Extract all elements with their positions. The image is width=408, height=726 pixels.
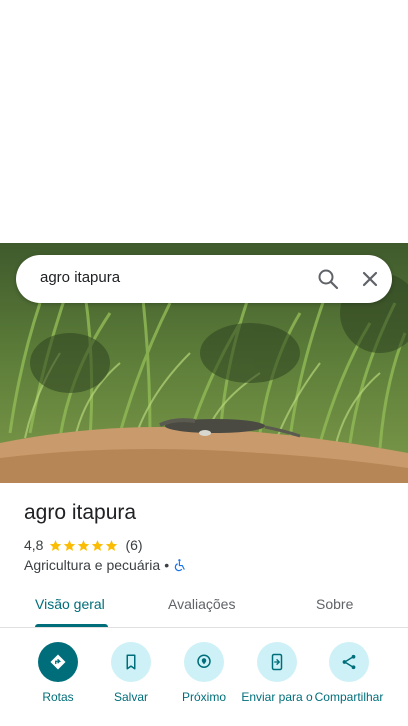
rating-row[interactable]: 4,8 (6) [24, 536, 143, 554]
search-icon[interactable] [316, 267, 340, 291]
save-label: Salvar [113, 690, 148, 704]
tab-overview[interactable]: Visão geral [35, 596, 105, 612]
search-input[interactable]: agro itapura [40, 269, 120, 286]
send-to-phone-button[interactable]: Enviar para o [237, 642, 317, 705]
share-label: Compartilhar [314, 690, 384, 704]
place-title: agro itapura [24, 501, 137, 524]
directions-label: Rotas [42, 690, 74, 704]
star-rating [49, 539, 119, 552]
tab-about[interactable]: Sobre [316, 596, 353, 612]
nearby-label: Próximo [181, 690, 226, 704]
close-icon[interactable] [358, 267, 382, 291]
star-icon [64, 539, 76, 551]
review-count[interactable]: (6) [125, 537, 142, 553]
bookmark-icon [111, 642, 151, 682]
send-to-phone-icon [257, 642, 297, 682]
separator-dot: • [164, 557, 170, 573]
star-icon [78, 539, 90, 551]
tab-reviews[interactable]: Avaliações [168, 596, 235, 612]
star-icon [92, 539, 104, 551]
wheelchair-icon [174, 559, 185, 572]
star-icon [50, 539, 62, 551]
tab-bar: Visão geral Avaliações Sobre [0, 584, 408, 628]
star-icon [106, 539, 118, 551]
directions-button[interactable]: Rotas [18, 642, 98, 705]
action-bar: Rotas Salvar Próximo Enviar para o Compa… [0, 642, 408, 726]
share-icon [329, 642, 369, 682]
rating-value: 4,8 [24, 537, 44, 553]
search-bar[interactable]: agro itapura [16, 255, 392, 303]
nearby-button[interactable]: Próximo [164, 642, 244, 705]
save-button[interactable]: Salvar [91, 642, 171, 705]
category-row: Agricultura e pecuária • [24, 556, 187, 574]
place-category: Agricultura e pecuária [24, 557, 161, 573]
directions-icon [38, 642, 78, 682]
share-button[interactable]: Compartilhar [309, 642, 389, 705]
nearby-icon [184, 642, 224, 682]
map-blank-area [0, 0, 408, 243]
send-to-phone-label: Enviar para o [241, 690, 313, 704]
active-tab-indicator [35, 624, 108, 627]
